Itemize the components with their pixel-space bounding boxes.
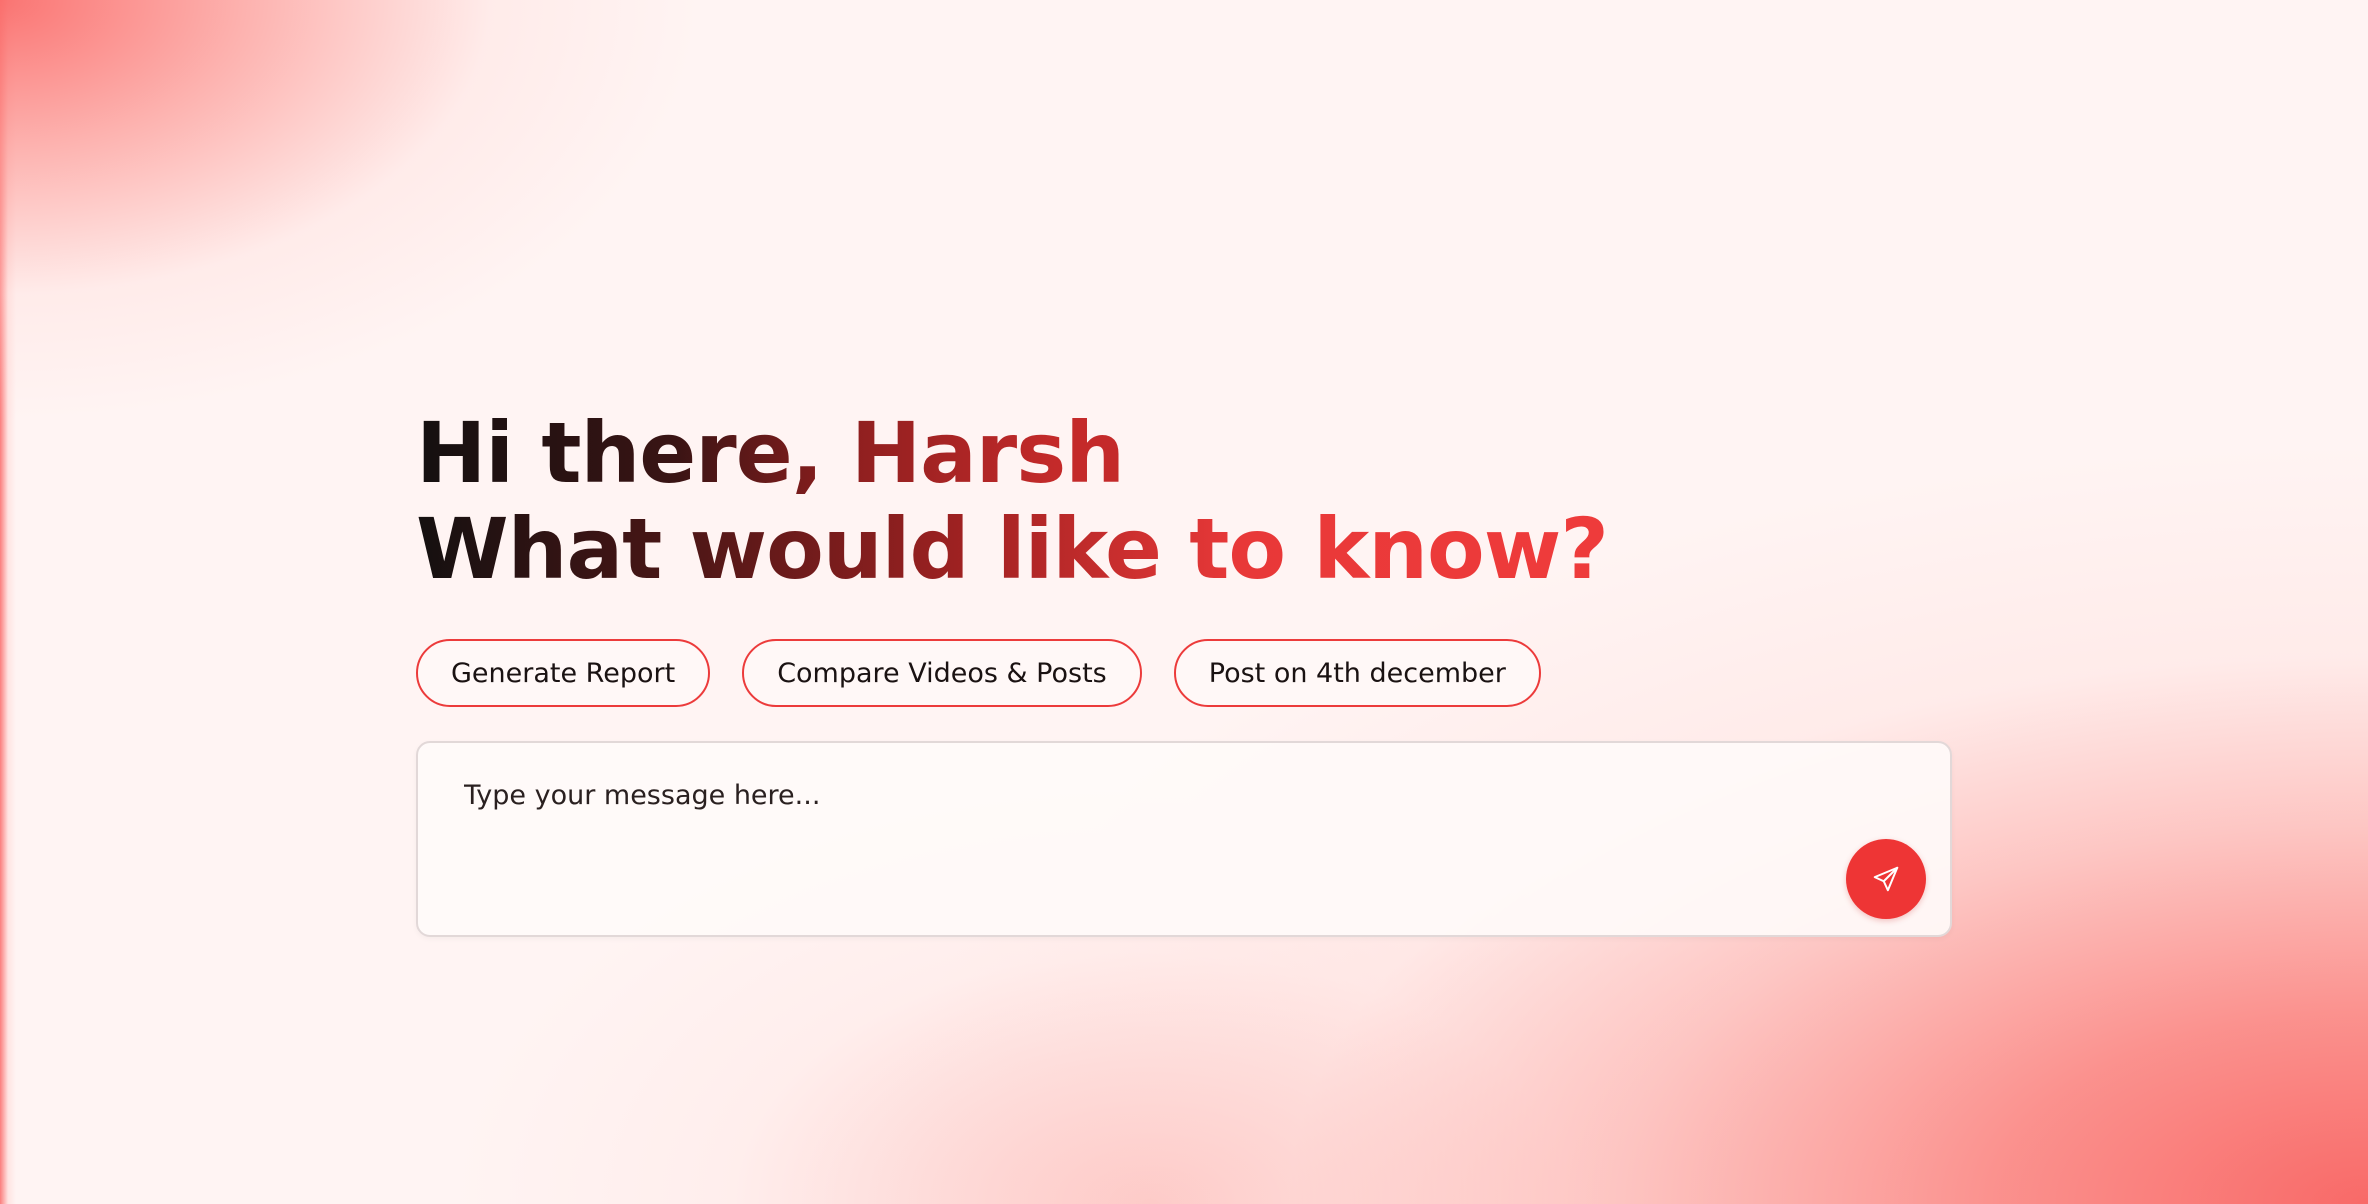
suggestion-post-on-date[interactable]: Post on 4th december bbox=[1173, 639, 1541, 707]
suggestion-chips: Generate Report Compare Videos & Posts P… bbox=[416, 639, 1952, 707]
send-button[interactable] bbox=[1846, 839, 1926, 919]
greeting-line-1: Hi there, Harsh bbox=[416, 405, 1952, 501]
suggestion-generate-report[interactable]: Generate Report bbox=[416, 639, 711, 707]
greeting-heading: Hi there, Harsh What would like to know? bbox=[416, 405, 1952, 597]
suggestion-compare-videos-posts[interactable]: Compare Videos & Posts bbox=[742, 639, 1142, 707]
send-icon bbox=[1873, 866, 1899, 892]
main-content: Hi there, Harsh What would like to know?… bbox=[416, 405, 1952, 937]
message-composer bbox=[416, 741, 1952, 937]
greeting-line-2: What would like to know? bbox=[416, 501, 1952, 597]
message-input[interactable] bbox=[464, 775, 1764, 815]
